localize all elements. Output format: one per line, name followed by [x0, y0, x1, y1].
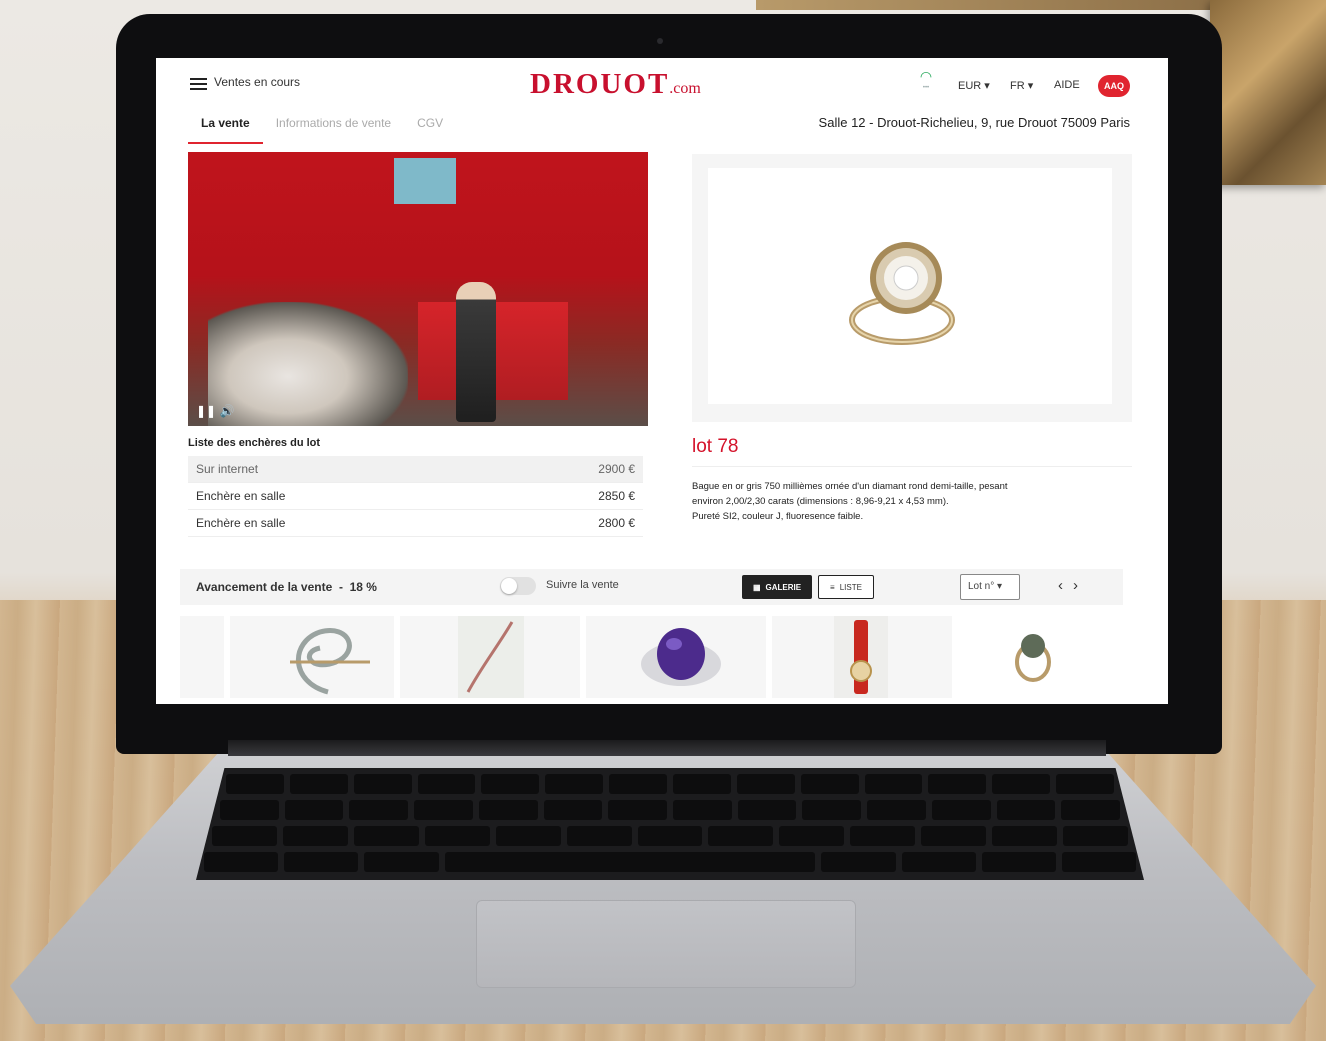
wifi-icon: ◠ ••• — [919, 68, 933, 91]
chevron-right-icon[interactable]: › — [1073, 577, 1088, 594]
lot-thumbnail[interactable] — [400, 616, 580, 698]
tab-informations[interactable]: Informations de vente — [263, 112, 404, 144]
pause-icon[interactable]: ❚❚ — [196, 404, 216, 418]
lot-thumbnail[interactable] — [772, 616, 952, 698]
laptop-screen: Ventes en cours DROUOT.com ◠ ••• EUR ▾ FR… — [156, 58, 1168, 704]
laptop-keyboard — [196, 768, 1144, 880]
progress-label: Avancement de la vente — [196, 580, 333, 594]
chevron-down-icon: ▾ — [997, 581, 1003, 592]
lot-title: lot 78 — [692, 436, 739, 457]
sale-progress: Avancement de la vente - 18 % — [196, 580, 377, 594]
lot-thumbnail[interactable] — [586, 616, 766, 698]
ring-image — [849, 242, 955, 345]
progress-separator: - — [338, 580, 343, 594]
follow-sale-toggle[interactable] — [500, 577, 536, 595]
tab-cgv[interactable]: CGV — [404, 112, 456, 144]
volume-icon[interactable]: 🔊 — [219, 404, 234, 418]
list-view-button[interactable]: ≡ LISTE — [818, 575, 874, 599]
lot-description: Bague en or gris 750 millièmes ornée d'u… — [692, 479, 1112, 524]
bid-row: Enchère en salle 2800 € — [188, 510, 643, 537]
painting-frame-top — [756, 0, 1210, 10]
snake-ring-image — [290, 628, 370, 695]
bid-source: Sur internet — [196, 462, 259, 476]
language-label: FR — [1010, 80, 1025, 92]
currency-label: EUR — [958, 80, 982, 92]
gallery-view-button[interactable]: ▦ GALERIE — [742, 575, 812, 599]
lot-description-line: Bague en or gris 750 millièmes ornée d'u… — [692, 481, 1008, 492]
chevron-down-icon: ▾ — [984, 80, 990, 92]
tab-la-vente[interactable]: La vente — [188, 112, 263, 144]
user-avatar[interactable]: AAQ — [1098, 75, 1130, 97]
lot-thumbnail[interactable] — [180, 616, 224, 698]
bid-source: Enchère en salle — [196, 516, 286, 530]
lot-image-frame — [692, 154, 1132, 422]
painting-frame — [1210, 0, 1326, 185]
top-bar: Ventes en cours DROUOT.com ◠ ••• EUR ▾ FR… — [156, 58, 1168, 112]
watch-image — [834, 616, 888, 698]
bid-amount: 2900 € — [598, 462, 635, 476]
language-dropdown[interactable]: FR ▾ — [1010, 79, 1033, 92]
lot-number-select[interactable]: Lot n° ▾ — [960, 574, 1020, 600]
gallery-label: GALERIE — [765, 582, 802, 592]
webcam — [657, 38, 663, 44]
lot-thumbnail[interactable] — [958, 616, 1106, 698]
lot-navigation: ‹› — [1058, 577, 1088, 594]
lot-thumbnail[interactable] — [230, 616, 394, 698]
chevron-left-icon[interactable]: ‹ — [1058, 577, 1073, 594]
bid-row: Sur internet 2900 € — [188, 456, 643, 483]
auctioneer — [456, 282, 496, 422]
cluster-ring-image — [1015, 634, 1051, 682]
drouot-logo[interactable]: DROUOT.com — [530, 68, 701, 101]
menu-icon[interactable] — [190, 78, 207, 90]
lot-select-label: Lot n° — [968, 581, 995, 592]
progress-percent: 18 % — [349, 580, 377, 594]
ventes-en-cours-link[interactable]: Ventes en cours — [214, 75, 300, 89]
laptop-hinge — [228, 740, 1106, 756]
bid-amount: 2850 € — [598, 489, 635, 503]
live-video[interactable]: ❚❚ 🔊 — [188, 152, 648, 426]
bid-source: Enchère en salle — [196, 489, 286, 503]
divider — [692, 466, 1132, 467]
logo-suffix: .com — [669, 80, 701, 97]
lot-thumbnails — [180, 616, 1123, 698]
lot-image[interactable] — [708, 168, 1112, 404]
necklace-image — [458, 616, 524, 698]
sale-progress-bar: Avancement de la vente - 18 % Suivre la … — [180, 569, 1123, 605]
logo-main: DROUOT — [530, 68, 670, 100]
follow-sale-label: Suivre la vente — [546, 579, 619, 591]
grid-icon: ▦ — [752, 582, 761, 592]
bids-table: Sur internet 2900 € Enchère en salle 2850 … — [188, 456, 643, 537]
bids-title: Liste des enchères du lot — [188, 437, 321, 449]
bid-row: Enchère en salle 2850 € — [188, 483, 643, 510]
tabs: La vente Informations de vente CGV — [188, 112, 456, 144]
bid-amount: 2800 € — [598, 516, 635, 530]
list-icon: ≡ — [830, 582, 835, 592]
lot-description-line: environ 2,00/2,30 carats (dimensions : 8… — [692, 496, 949, 507]
currency-dropdown[interactable]: EUR ▾ — [958, 79, 990, 92]
help-link[interactable]: AIDE — [1054, 79, 1080, 91]
video-controls: ❚❚ 🔊 — [196, 404, 234, 418]
sale-location: Salle 12 - Drouot-Richelieu, 9, rue Drou… — [818, 115, 1130, 130]
list-label: LISTE — [839, 582, 862, 592]
audience — [208, 302, 408, 426]
lot-description-line: Pureté SI2, couleur J, fluoresence faibl… — [692, 511, 864, 522]
trackpad — [476, 900, 856, 988]
chevron-down-icon: ▾ — [1027, 80, 1034, 92]
video-monitor — [394, 158, 456, 204]
amethyst-ring-image — [641, 628, 721, 686]
